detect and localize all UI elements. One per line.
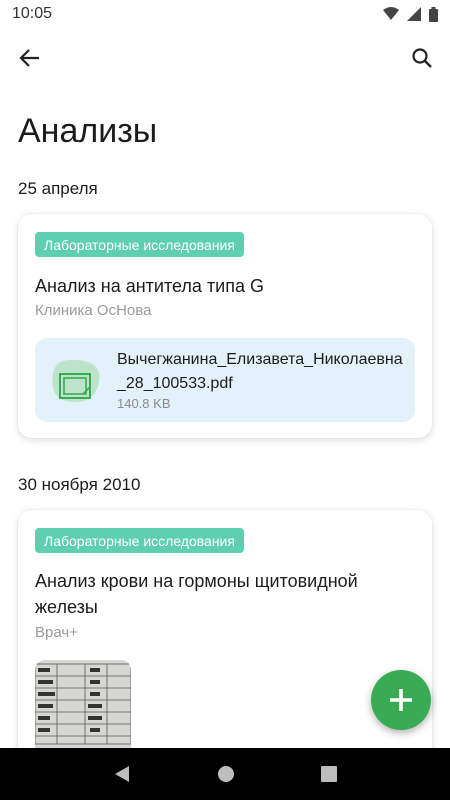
attachment-thumbnail[interactable] bbox=[35, 660, 131, 760]
record-title: Анализ крови на гормоны щитовидной желез… bbox=[35, 571, 358, 617]
status-time: 10:05 bbox=[12, 5, 53, 22]
wifi-icon bbox=[383, 7, 399, 20]
record-clinic: Врач+ bbox=[35, 624, 78, 641]
battery-icon bbox=[429, 6, 438, 22]
record-clinic: Клиника ОсНова bbox=[35, 302, 152, 319]
app-bar bbox=[0, 38, 450, 78]
back-button[interactable] bbox=[16, 44, 44, 72]
add-icon bbox=[390, 689, 412, 711]
attached-file[interactable]: Вычегжанина_Елизавета_Николаевна_28_1005… bbox=[35, 338, 415, 422]
nav-home-icon[interactable] bbox=[217, 765, 235, 783]
file-name: Вычегжанина_Елизавета_Николаевна_28_1005… bbox=[117, 351, 403, 392]
status-bar: 10:05 bbox=[0, 0, 450, 28]
signal-icon bbox=[407, 7, 421, 21]
date-header: 30 ноября 2010 bbox=[18, 475, 141, 494]
search-button[interactable] bbox=[408, 44, 436, 72]
file-size: 140.8 KB bbox=[117, 396, 171, 411]
record-title: Анализ на антитела типа G bbox=[35, 276, 264, 296]
nav-recents-icon[interactable] bbox=[321, 766, 337, 782]
category-badge: Лабораторные исследования bbox=[35, 232, 244, 257]
pdf-file-icon bbox=[52, 359, 100, 403]
add-record-button[interactable] bbox=[371, 670, 431, 730]
category-badge: Лабораторные исследования bbox=[35, 528, 244, 553]
search-icon bbox=[412, 48, 432, 68]
date-header: 25 апреля bbox=[18, 179, 98, 198]
system-nav-bar bbox=[0, 748, 450, 800]
back-arrow-icon bbox=[19, 49, 39, 67]
page-title: Анализы bbox=[18, 112, 158, 150]
document-scan-image bbox=[35, 660, 131, 760]
nav-back-icon[interactable] bbox=[113, 765, 131, 783]
record-card[interactable]: Лабораторные исследования Анализ на анти… bbox=[18, 214, 432, 438]
